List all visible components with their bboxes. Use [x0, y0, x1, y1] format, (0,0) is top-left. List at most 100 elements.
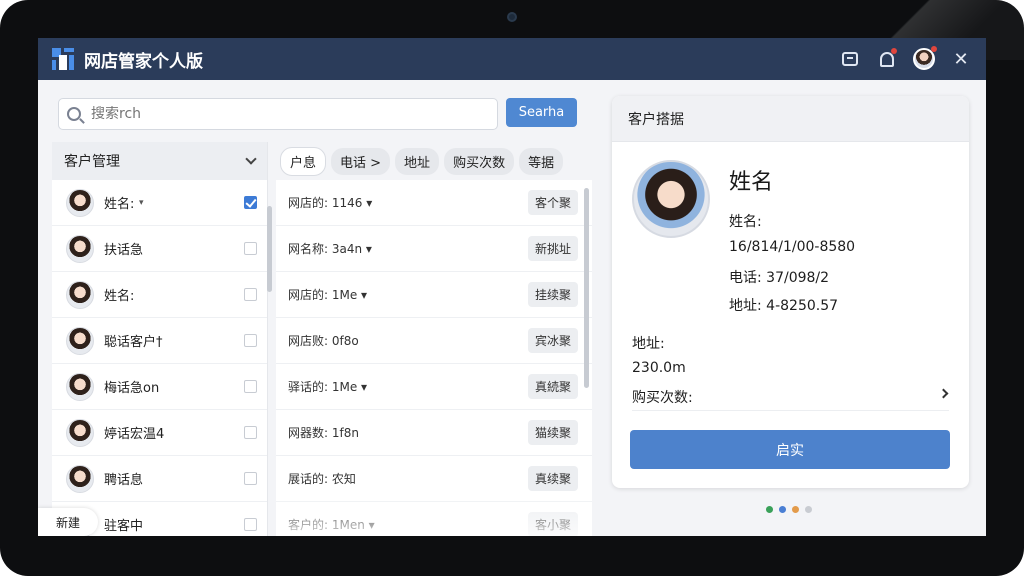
- customer-checkbox[interactable]: [244, 334, 257, 347]
- customer-list-header[interactable]: 客户管理: [52, 142, 267, 180]
- record-text: 网名称: 3a4n ▾: [288, 242, 372, 256]
- avatar: [66, 188, 94, 217]
- record-text: 网店的: 1Me ▾: [288, 288, 368, 302]
- customer-checkbox[interactable]: [244, 288, 257, 301]
- detail-title: 姓名: [729, 170, 774, 195]
- close-icon[interactable]: ✕: [948, 46, 974, 72]
- record-action-button[interactable]: 猫续聚: [527, 420, 578, 445]
- customer-checkbox[interactable]: [244, 518, 257, 531]
- notification-bell-icon[interactable]: [874, 46, 900, 72]
- detail-id-value: 16/814/1/00-8580: [729, 239, 856, 255]
- record-row[interactable]: 驿话的: 1Me ▾ 真続聚: [276, 364, 592, 410]
- records-tabs: 户息 电话 > 地址 购买次数 等据: [276, 142, 592, 180]
- app-logo-icon: [52, 48, 74, 70]
- tab-0[interactable]: 户息: [280, 146, 327, 176]
- record-text: 网店败: 0f8o: [288, 334, 359, 348]
- page-dot[interactable]: [766, 506, 773, 513]
- chevron-right-icon[interactable]: [938, 388, 949, 399]
- customer-list-item[interactable]: 婷话宏温4: [52, 410, 267, 456]
- customer-name: 姓名:: [104, 289, 135, 304]
- page-dot[interactable]: [805, 506, 812, 513]
- avatar: [66, 280, 94, 309]
- record-row[interactable]: 网店的: 1146 ▾ 客个聚: [276, 180, 592, 226]
- customer-list-item[interactable]: 聘话息: [52, 456, 267, 502]
- detail-address2-label: 地址:: [632, 336, 665, 352]
- customer-list-item[interactable]: 梅话急on: [52, 364, 267, 410]
- record-row[interactable]: 网店败: 0f8o 宾冰聚: [276, 318, 592, 364]
- tab-3[interactable]: 购买次数: [444, 147, 515, 175]
- customer-list-item[interactable]: 扶话急: [52, 226, 267, 272]
- avatar: [66, 464, 94, 493]
- detail-header: 客户搭据: [612, 96, 969, 142]
- record-action-button[interactable]: 宾冰聚: [527, 328, 578, 353]
- new-customer-button[interactable]: 新建: [38, 508, 98, 536]
- record-action-button[interactable]: 真续聚: [527, 466, 578, 491]
- search-box: [58, 98, 498, 130]
- notification-dot: [891, 48, 897, 54]
- customer-checkbox[interactable]: [244, 472, 257, 485]
- detail-amount: 230.0m: [632, 360, 686, 376]
- record-action-button[interactable]: 客个聚: [527, 190, 578, 215]
- customer-checkbox[interactable]: [244, 380, 257, 393]
- record-row[interactable]: 网名称: 3a4n ▾ 新挑址: [276, 226, 592, 272]
- customer-list-title: 客户管理: [64, 154, 120, 170]
- avatar: [66, 372, 94, 401]
- customer-name: 婷话宏温4: [104, 427, 165, 442]
- confirm-button[interactable]: 启实: [630, 430, 950, 469]
- app-title: 网店管家个人版: [84, 51, 203, 72]
- page-indicator: [766, 506, 818, 513]
- detail-purchases-label[interactable]: 购买次数:: [632, 387, 693, 407]
- records-panel: 户息 电话 > 地址 购买次数 等据 网店的: 1146 ▾ 客个聚 网名称: 3a4n ▾…: [276, 142, 592, 536]
- customer-checkbox[interactable]: [244, 196, 257, 209]
- customer-list-scrollbar[interactable]: [267, 206, 272, 292]
- search-button[interactable]: Searha: [506, 98, 577, 127]
- tab-4[interactable]: 等据: [519, 147, 564, 175]
- caret-down-icon[interactable]: ▾: [139, 198, 244, 208]
- record-action-button[interactable]: 真続聚: [527, 374, 578, 399]
- status-dot: [931, 46, 937, 52]
- customer-list-item[interactable]: 姓名: ▾: [52, 180, 267, 226]
- record-row[interactable]: 网店的: 1Me ▾ 挂续聚: [276, 272, 592, 318]
- customer-name: 扶话急: [104, 243, 144, 258]
- record-action-button[interactable]: 新挑址: [527, 236, 578, 261]
- customer-name: 梅话急on: [104, 381, 160, 396]
- record-text: 展话的: 农知: [288, 472, 356, 486]
- record-action-button[interactable]: 客小聚: [527, 512, 578, 536]
- record-text: 客户的: 1Men ▾: [288, 518, 375, 532]
- record-action-button[interactable]: 挂续聚: [527, 282, 578, 307]
- customer-list-item[interactable]: 聪话客户†: [52, 318, 267, 364]
- customer-name: 驻客中: [104, 519, 144, 534]
- record-row[interactable]: 展话的: 农知 真续聚: [276, 456, 592, 502]
- detail-phone: 电话: 37/098/2: [729, 270, 830, 286]
- title-bar: 网店管家个人版 ✕: [38, 38, 986, 80]
- customer-checkbox[interactable]: [244, 426, 257, 439]
- camera-icon: [507, 12, 517, 22]
- app-window: 网店管家个人版 ✕ Searha 客户管理 姓名:▾扶话急姓名:聪话客户†梅话急…: [38, 38, 986, 536]
- user-avatar-button[interactable]: [911, 46, 937, 72]
- tab-2[interactable]: 地址: [395, 147, 440, 175]
- message-icon[interactable]: [837, 46, 863, 72]
- customer-name: 聪话客户†: [104, 335, 163, 350]
- record-text: 网器数: 1f8n: [288, 426, 359, 440]
- customer-name: 聘话息: [104, 473, 144, 488]
- record-text: 驿话的: 1Me ▾: [288, 380, 368, 394]
- search-input[interactable]: [91, 106, 471, 122]
- avatar: [66, 418, 94, 447]
- customer-avatar: [632, 160, 710, 238]
- page-dot[interactable]: [779, 506, 786, 513]
- detail-name-label: 姓名:: [729, 214, 762, 230]
- customer-list-panel: 客户管理 姓名: ▾ 扶话急姓名: 聪话客户† 梅话急on 婷话宏温4 聘话息驻客中: [52, 142, 268, 536]
- page-dot[interactable]: [792, 506, 799, 513]
- chevron-down-icon: [245, 153, 257, 165]
- tablet-frame: 网店管家个人版 ✕ Searha 客户管理 姓名:▾扶话急姓名:聪话客户†梅话急…: [0, 0, 1024, 576]
- detail-address: 地址: 4-8250.57: [729, 298, 839, 314]
- records-scrollbar[interactable]: [584, 188, 589, 388]
- record-row[interactable]: 网器数: 1f8n 猫续聚: [276, 410, 592, 456]
- tab-1[interactable]: 电话 >: [331, 147, 391, 175]
- avatar: [66, 326, 94, 355]
- customer-list-item[interactable]: 姓名:: [52, 272, 267, 318]
- record-row[interactable]: 客户的: 1Men ▾ 客小聚: [276, 502, 592, 536]
- customer-detail-card: 客户搭据 姓名 姓名: 16/814/1/00-8580 电话: 37/098/…: [612, 96, 969, 488]
- avatar: [66, 234, 94, 263]
- customer-checkbox[interactable]: [244, 242, 257, 255]
